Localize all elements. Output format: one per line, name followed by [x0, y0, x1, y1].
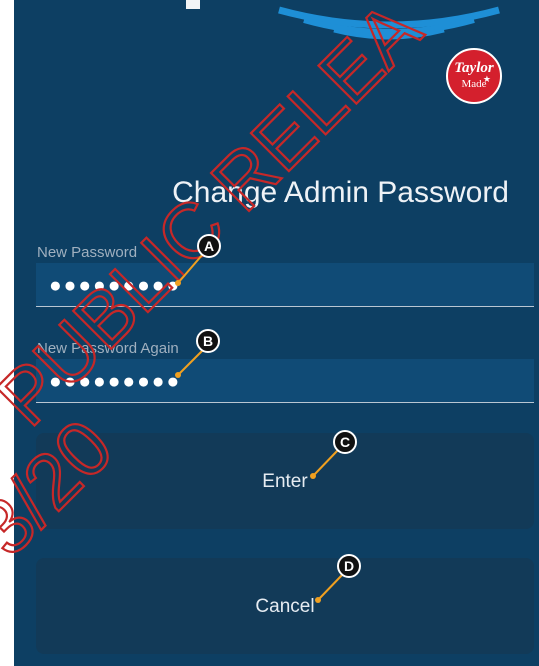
enter-button[interactable]: Enter: [36, 433, 534, 529]
new-password-label: New Password: [37, 244, 138, 261]
page-title: Change Admin Password: [172, 176, 509, 209]
taylor-made-logo: Taylor ★ Made: [446, 48, 502, 104]
new-password-again-field[interactable]: ●●●●●●●●●: [36, 359, 534, 403]
logo-text: Taylor: [454, 60, 494, 76]
new-password-value: ●●●●●●●●●: [49, 274, 182, 297]
top-mark: [186, 0, 200, 9]
cancel-button[interactable]: Cancel: [36, 558, 534, 654]
new-password-again-label: New Password Again: [37, 340, 179, 357]
app-screen: Taylor ★ Made Change Admin Password New …: [14, 0, 539, 666]
cancel-button-label: Cancel: [255, 596, 315, 617]
wireless-waves-icon: [278, 6, 500, 40]
new-password-field[interactable]: ●●●●●●●●●: [36, 263, 534, 307]
new-password-again-value: ●●●●●●●●●: [49, 370, 182, 393]
enter-button-label: Enter: [262, 471, 308, 492]
logo-subtext: Made: [461, 78, 487, 90]
